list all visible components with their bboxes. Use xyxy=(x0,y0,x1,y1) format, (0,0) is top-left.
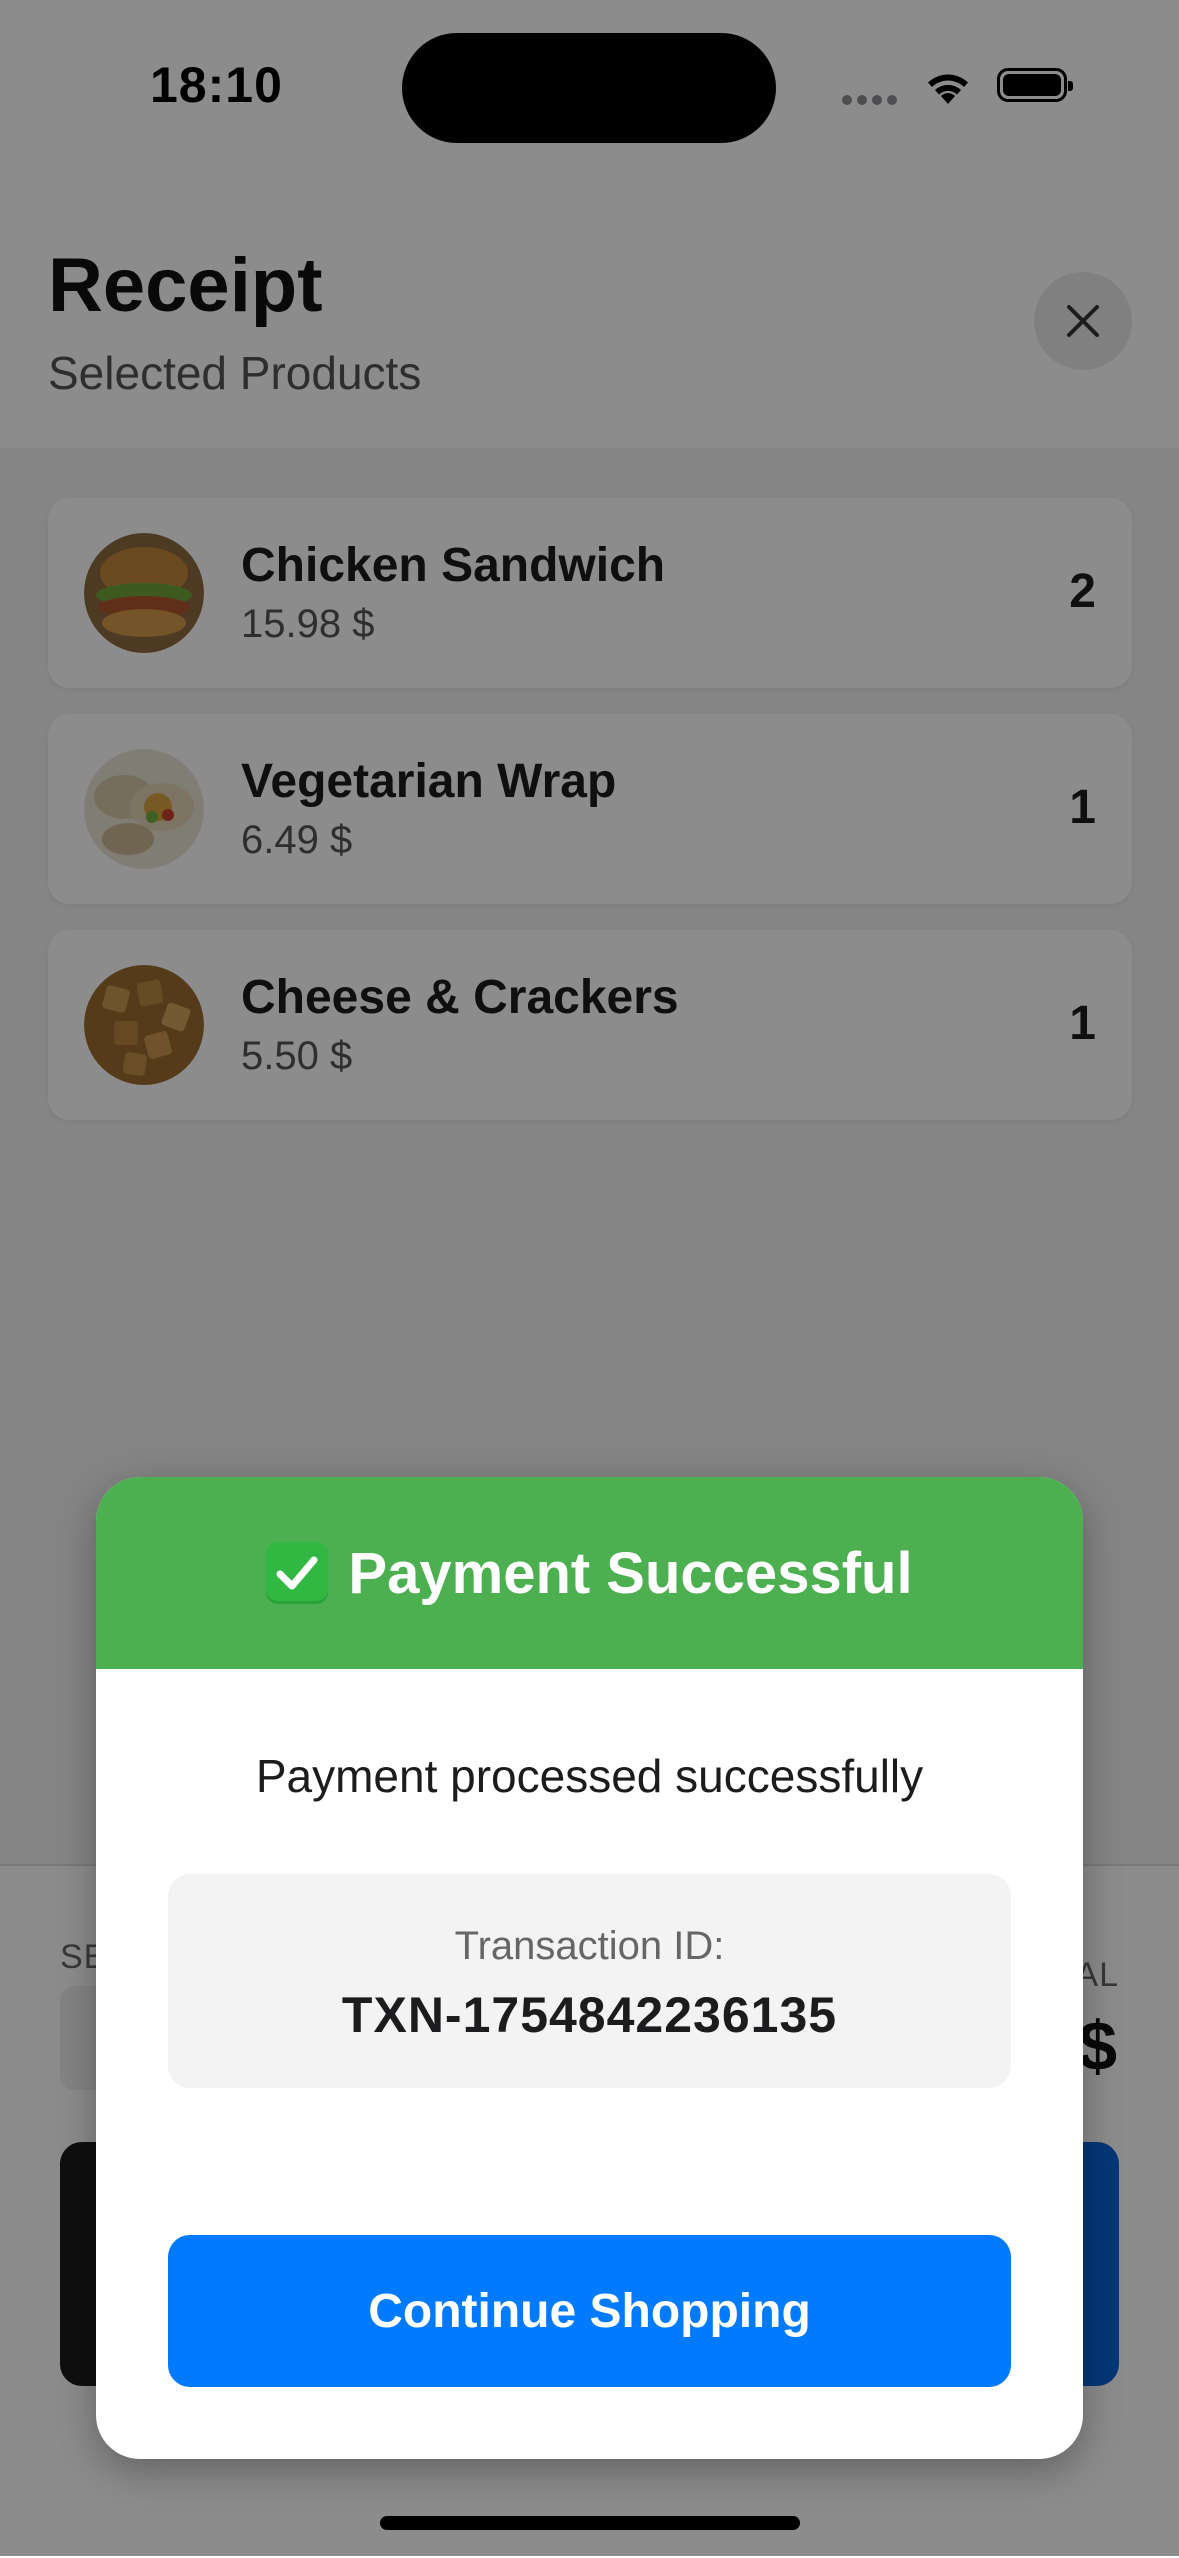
dialog-header: Payment Successful xyxy=(96,1477,1083,1669)
payment-success-dialog: Payment Successful Payment processed suc… xyxy=(96,1477,1083,2459)
continue-shopping-button[interactable]: Continue Shopping xyxy=(168,2235,1011,2387)
transaction-box: Transaction ID: TXN-1754842236135 xyxy=(168,1874,1011,2088)
dialog-title: Payment Successful xyxy=(348,1540,913,1606)
transaction-id: TXN-1754842236135 xyxy=(341,1987,838,2043)
dialog-message: Payment processed successfully xyxy=(255,1750,924,1802)
transaction-label: Transaction ID: xyxy=(454,1924,725,1968)
app-screen: 18:10 Receipt Selected Products Chicken … xyxy=(0,0,1179,2558)
check-icon xyxy=(266,1542,329,1604)
